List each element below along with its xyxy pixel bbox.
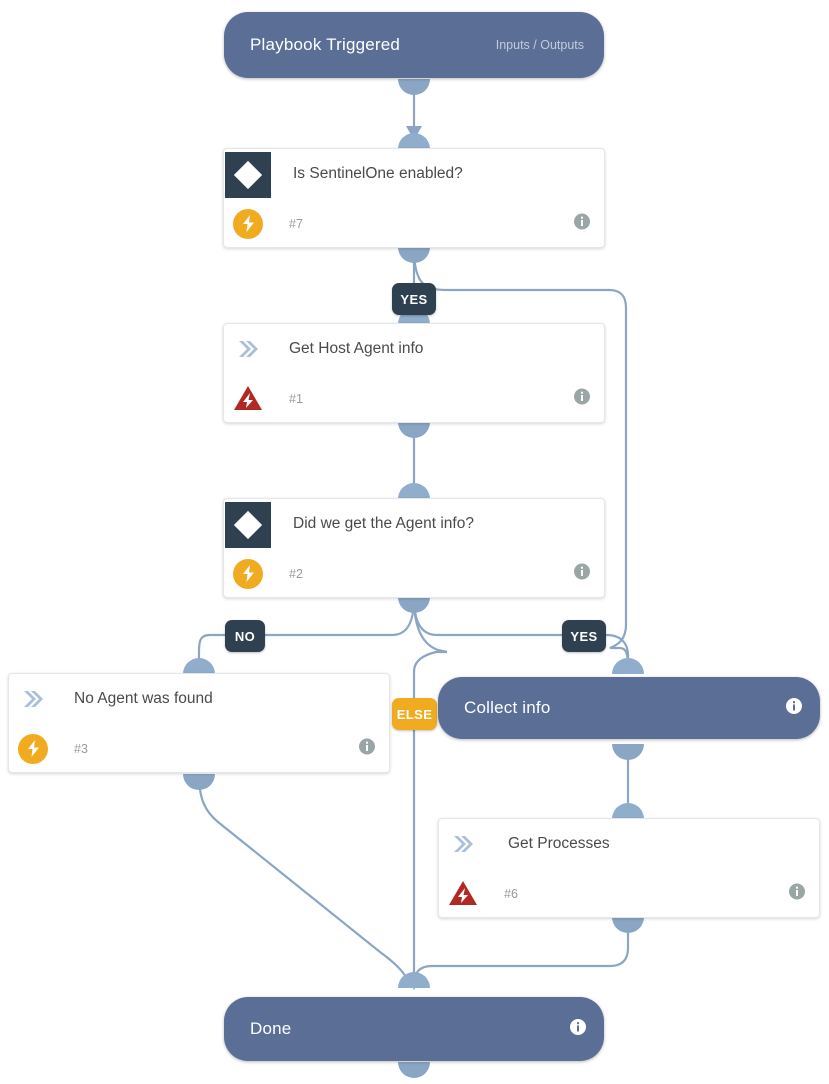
node-title: Playbook Triggered [250,35,401,54]
node-number: #2 [289,566,303,581]
node-title: Get Host Agent info [289,340,424,357]
arrowhead [406,126,422,140]
branch-label-yes-sentinelone[interactable]: YES [392,283,436,315]
arrowhead [406,976,422,990]
output-port [398,79,430,95]
diamond-icon [225,501,271,548]
input-port [612,658,644,674]
node-did-we-get-agent-info[interactable]: Did we get the Agent info? #2 [223,498,605,598]
output-port [398,422,430,438]
node-title: Collect info [464,698,551,717]
chevron-right-icon [10,676,56,722]
bolt-circle-icon [10,733,56,764]
info-icon[interactable] [574,213,590,234]
info-icon[interactable] [570,1018,586,1040]
node-title: Did we get the Agent info? [293,515,474,532]
node-get-host-agent-info[interactable]: Get Host Agent info #1 [223,323,605,423]
output-port [398,1062,430,1078]
node-title: Get Processes [508,835,610,852]
node-title: No Agent was found [74,690,213,707]
branch-text: YES [400,291,428,307]
node-get-processes[interactable]: Get Processes #6 [438,818,820,918]
info-icon[interactable] [574,563,590,584]
node-collect-info[interactable]: Collect info [438,677,820,739]
branch-label-no-agent[interactable]: NO [225,620,265,652]
node-number: #6 [504,886,518,901]
node-number: #1 [289,391,303,406]
node-number: #7 [289,216,303,231]
input-port [398,972,430,988]
node-number: #3 [74,741,88,756]
info-icon[interactable] [574,388,590,409]
chevron-right-icon [225,326,271,372]
branch-text: YES [570,628,598,644]
info-icon[interactable] [786,697,802,719]
warning-bolt-icon [225,385,271,412]
output-port [612,744,644,760]
arrowhead [620,660,636,674]
input-port [612,803,644,819]
playbook-canvas: Playbook Triggered Inputs / Outputs Is S… [0,0,829,1084]
output-port [398,597,430,613]
node-done[interactable]: Done [224,997,604,1061]
node-is-sentinelone-enabled[interactable]: Is SentinelOne enabled? #7 [223,148,605,248]
output-port [183,774,215,790]
output-port [398,247,430,263]
warning-bolt-icon [440,880,486,907]
info-icon[interactable] [789,883,805,904]
inputs-outputs-label[interactable]: Inputs / Outputs [496,38,584,52]
diamond-icon [225,151,271,198]
chevron-right-icon [440,821,486,867]
info-icon[interactable] [359,738,375,759]
node-title: Done [250,1019,292,1038]
input-port [398,483,430,499]
bolt-circle-icon [225,208,271,239]
branch-text: ELSE [396,706,433,722]
branch-label-yes-agent[interactable]: YES [562,620,606,652]
input-port [398,133,430,149]
branch-text: NO [234,628,256,644]
bolt-circle-icon [225,558,271,589]
input-port [183,658,215,674]
output-port [612,917,644,933]
node-no-agent-was-found[interactable]: No Agent was found #3 [8,673,390,773]
node-title: Is SentinelOne enabled? [293,165,463,182]
node-playbook-triggered[interactable]: Playbook Triggered Inputs / Outputs [224,12,604,78]
branch-label-else-agent[interactable]: ELSE [392,698,437,730]
